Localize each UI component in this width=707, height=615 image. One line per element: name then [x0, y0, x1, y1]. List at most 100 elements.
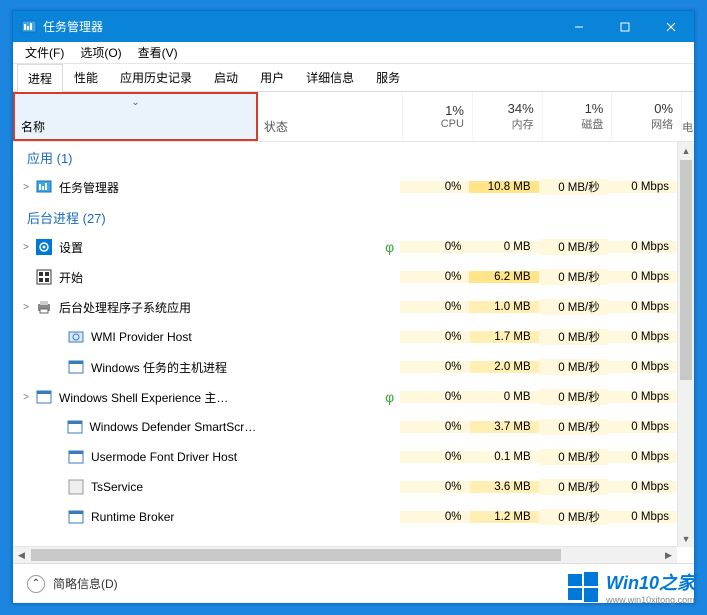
network-cell: 0 Mbps — [608, 511, 677, 523]
network-cell: 0 Mbps — [608, 421, 677, 433]
close-button[interactable] — [648, 11, 694, 42]
minimize-button[interactable] — [556, 11, 602, 42]
start-icon — [35, 268, 53, 286]
process-name-cell: > 任务管理器 — [13, 178, 256, 196]
disk-cell: 0 MB/秒 — [539, 179, 608, 195]
memory-cell: 1.7 MB — [470, 331, 539, 343]
process-name-cell: Runtime Broker — [13, 508, 256, 526]
service-icon — [67, 328, 85, 346]
tab-services[interactable]: 服务 — [365, 63, 411, 91]
scroll-right-icon[interactable]: ▶ — [660, 547, 677, 563]
process-name: 后台处理程序子系统应用 — [59, 299, 191, 316]
process-list: 应用 (1)>任务管理器0%10.8 MB0 MB/秒0 Mbps后台进程 (2… — [13, 142, 694, 547]
cpu-cell: 0% — [400, 421, 469, 433]
disk-cell: 0 MB/秒 — [539, 329, 608, 345]
gear-icon — [35, 238, 53, 256]
menu-options[interactable]: 选项(O) — [72, 42, 129, 63]
tabbar: 进程 性能 应用历史记录 启动 用户 详细信息 服务 — [13, 64, 694, 92]
fewer-details-button[interactable]: 简略信息(D) — [53, 575, 118, 592]
process-name-cell: Usermode Font Driver Host — [13, 448, 256, 466]
process-row[interactable]: 开始 0%6.2 MB0 MB/秒0 Mbps — [13, 262, 677, 292]
window-icon — [35, 388, 53, 406]
process-row[interactable]: > 后台处理程序子系统应用 0%1.0 MB0 MB/秒0 Mbps — [13, 292, 677, 322]
process-row[interactable]: Windows 任务的主机进程0%2.0 MB0 MB/秒0 Mbps — [13, 352, 677, 382]
memory-cell: 6.2 MB — [469, 271, 538, 283]
process-row[interactable]: WMI Provider Host0%1.7 MB0 MB/秒0 Mbps — [13, 322, 677, 352]
horizontal-scrollbar[interactable]: ◀ ▶ — [13, 546, 677, 563]
group-apps[interactable]: 应用 (1) — [13, 142, 677, 172]
windows-logo-icon — [566, 570, 600, 604]
tab-processes[interactable]: 进程 — [17, 64, 63, 92]
column-header-row: ⌄ 名称 状态 1% CPU 34% 内存 1% 磁盘 0% 网络 电 — [13, 92, 694, 142]
network-cell: 0 Mbps — [608, 301, 677, 313]
expand-chevron-icon[interactable]: > — [19, 242, 33, 253]
task-manager-window: 任务管理器 文件(F) 选项(O) 查看(V) 进程 性能 应用历史记录 启动 … — [12, 10, 695, 604]
process-name: WMI Provider Host — [91, 330, 192, 344]
tab-users[interactable]: 用户 — [249, 63, 295, 91]
group-bg[interactable]: 后台进程 (27) — [13, 202, 677, 232]
scroll-thumb[interactable] — [680, 160, 692, 380]
process-row[interactable]: >Windows Shell Experience 主…φ0%0 MB0 MB/… — [13, 382, 677, 412]
scroll-up-icon[interactable]: ▲ — [678, 142, 694, 159]
cpu-cell: 0% — [400, 181, 469, 193]
column-cpu[interactable]: 1% CPU — [403, 92, 473, 141]
cpu-cell: 0% — [400, 451, 469, 463]
column-network[interactable]: 0% 网络 — [612, 92, 682, 141]
scroll-down-icon[interactable]: ▼ — [678, 530, 694, 547]
tab-details[interactable]: 详细信息 — [295, 63, 365, 91]
taskmgr-icon — [35, 178, 53, 196]
app-icon — [21, 19, 37, 35]
menubar: 文件(F) 选项(O) 查看(V) — [13, 42, 694, 64]
window-icon — [67, 358, 85, 376]
cpu-cell: 0% — [400, 301, 469, 313]
printer-icon — [35, 298, 53, 316]
watermark: Win10之家 www.win10xitong.com — [566, 569, 695, 605]
network-cell: 0 Mbps — [608, 361, 677, 373]
column-status[interactable]: 状态 — [258, 92, 403, 141]
disk-cell: 0 MB/秒 — [539, 269, 608, 285]
menu-view[interactable]: 查看(V) — [130, 42, 186, 63]
column-name[interactable]: ⌄ 名称 — [13, 92, 258, 141]
process-name: Windows Defender SmartScr… — [89, 420, 256, 434]
memory-cell: 3.6 MB — [470, 481, 539, 493]
status-cell: φ — [256, 389, 400, 405]
process-row[interactable]: >任务管理器0%10.8 MB0 MB/秒0 Mbps — [13, 172, 677, 202]
network-cell: 0 Mbps — [608, 451, 677, 463]
disk-cell: 0 MB/秒 — [539, 299, 608, 315]
tab-app-history[interactable]: 应用历史记录 — [109, 63, 203, 91]
process-row[interactable]: Runtime Broker0%1.2 MB0 MB/秒0 Mbps — [13, 502, 677, 532]
tab-startup[interactable]: 启动 — [203, 63, 249, 91]
leaf-icon: φ — [385, 239, 394, 255]
maximize-button[interactable] — [602, 11, 648, 42]
scroll-left-icon[interactable]: ◀ — [13, 547, 30, 563]
chevron-up-icon[interactable]: ⌃ — [27, 575, 45, 593]
process-row[interactable]: Usermode Font Driver Host0%0.1 MB0 MB/秒0… — [13, 442, 677, 472]
memory-cell: 2.0 MB — [470, 361, 539, 373]
memory-cell: 3.7 MB — [470, 421, 539, 433]
titlebar[interactable]: 任务管理器 — [13, 11, 694, 42]
expand-chevron-icon[interactable]: > — [19, 182, 33, 193]
column-disk[interactable]: 1% 磁盘 — [543, 92, 613, 141]
process-row[interactable]: TsService0%3.6 MB0 MB/秒0 Mbps — [13, 472, 677, 502]
watermark-url: www.win10xitong.com — [606, 595, 695, 605]
process-row[interactable]: >设置φ0%0 MB0 MB/秒0 Mbps — [13, 232, 677, 262]
process-name: 开始 — [59, 269, 83, 286]
tab-performance[interactable]: 性能 — [63, 63, 109, 91]
column-extra[interactable]: 电 — [682, 92, 694, 141]
menu-file[interactable]: 文件(F) — [17, 42, 72, 63]
cpu-cell: 0% — [400, 271, 469, 283]
cpu-cell: 0% — [400, 331, 469, 343]
process-name: 任务管理器 — [59, 179, 119, 196]
process-row[interactable]: Windows Defender SmartScr…0%3.7 MB0 MB/秒… — [13, 412, 677, 442]
hscroll-thumb[interactable] — [31, 549, 561, 561]
expand-chevron-icon[interactable]: > — [19, 302, 33, 313]
cpu-cell: 0% — [400, 511, 469, 523]
process-name-cell: Windows 任务的主机进程 — [13, 358, 256, 376]
vertical-scrollbar[interactable]: ▲ ▼ — [677, 142, 694, 547]
expand-chevron-icon[interactable]: > — [19, 392, 33, 403]
memory-cell: 1.0 MB — [469, 301, 538, 313]
process-name-cell: WMI Provider Host — [13, 328, 256, 346]
column-memory[interactable]: 34% 内存 — [473, 92, 543, 141]
status-cell: φ — [256, 239, 400, 255]
network-cell: 0 Mbps — [608, 271, 677, 283]
